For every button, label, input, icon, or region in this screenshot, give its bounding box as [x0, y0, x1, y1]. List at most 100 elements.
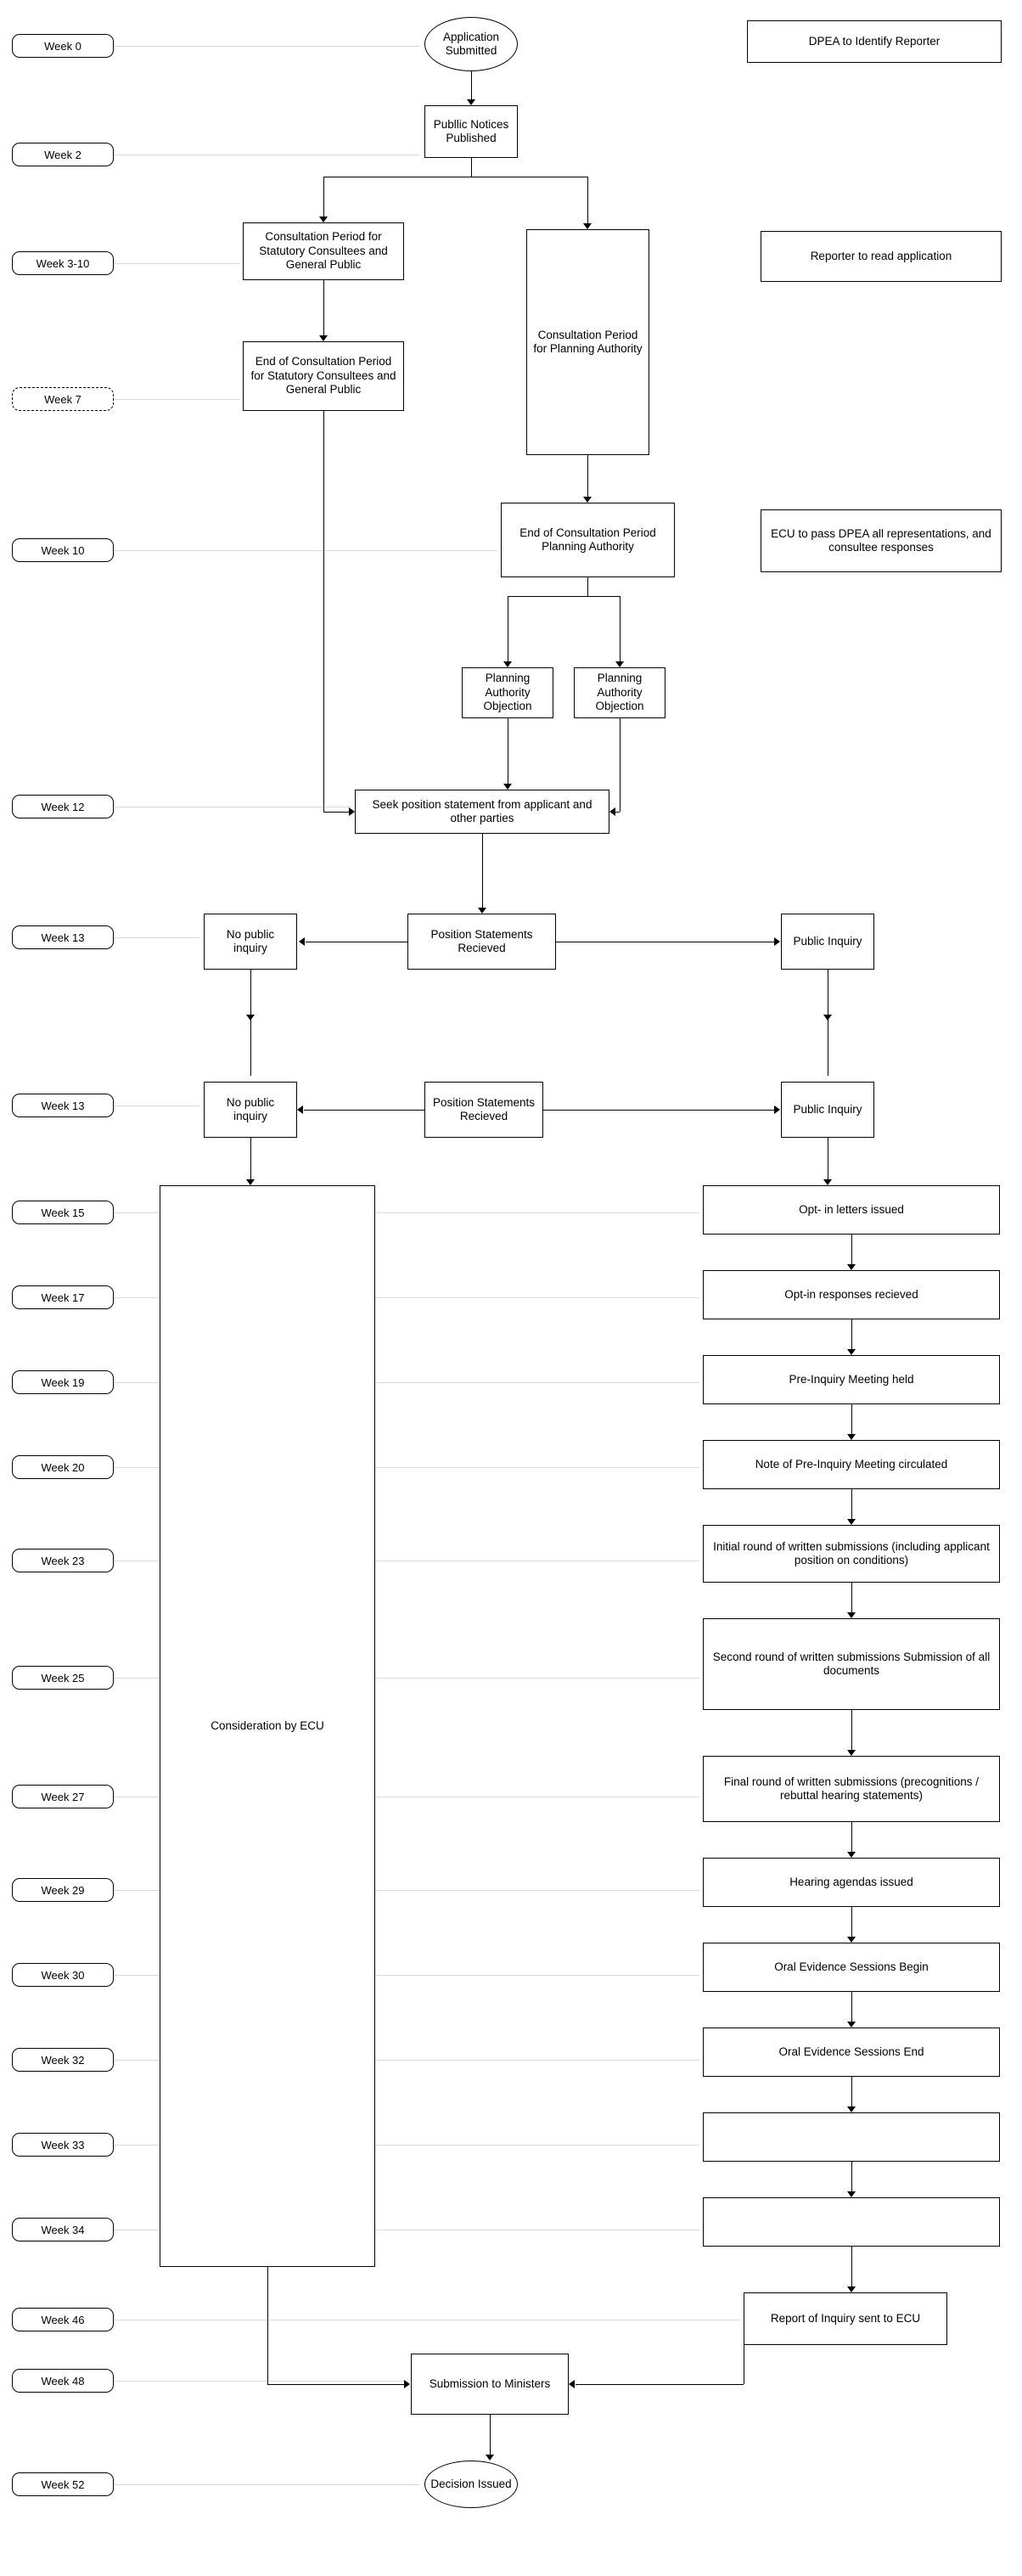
week-flag-label: Week 17: [41, 1291, 85, 1304]
week-flag-label: Week 12: [41, 800, 85, 813]
flowchart-canvas: Week 0 Week 2 Week 3-10 Week 7 Week 10 W…: [0, 0, 1022, 2576]
node-label: Final round of written submissions (prec…: [723, 1775, 980, 1802]
connector: [267, 2267, 268, 2384]
arrow-icon: [774, 937, 780, 946]
connector: [267, 2384, 404, 2385]
node-consultation-statutory: Consultation Period for Statutory Consul…: [243, 222, 404, 280]
node-label: Initial round of written submissions (in…: [713, 1539, 990, 1566]
arrow-icon: [847, 1519, 856, 1525]
week-flag-label: Week 7: [44, 392, 81, 406]
week-flag-label: Week 2: [44, 148, 81, 161]
week-flag-27: Week 27: [12, 1785, 114, 1808]
connector: [851, 1489, 852, 1519]
arrow-icon: [503, 661, 512, 667]
arrow-icon: [847, 1434, 856, 1440]
note-label: ECU to pass DPEA all representations, an…: [771, 526, 991, 554]
node-blank-2: [703, 2197, 1000, 2247]
leader-line: [114, 2381, 407, 2382]
arrow-icon: [349, 807, 355, 816]
node-label: Decision Issued: [430, 2477, 512, 2490]
node-opt-in-letters-issued: Opt- in letters issued: [703, 1185, 1000, 1235]
node-label: Report of Inquiry sent to ECU: [770, 2311, 921, 2325]
connector: [304, 1110, 424, 1111]
node-label: Note of Pre-Inquiry Meeting circulated: [755, 1457, 948, 1471]
week-flag-label: Week 10: [41, 543, 85, 557]
node-submission-to-ministers: Submission to Ministers: [411, 2354, 569, 2415]
node-label: Oral Evidence Sessions Begin: [774, 1960, 929, 1973]
arrow-icon: [774, 1105, 780, 1114]
week-flag-23: Week 23: [12, 1549, 114, 1572]
week-flag-19: Week 19: [12, 1370, 114, 1394]
node-label: No public inquiry: [226, 927, 275, 954]
node-opt-in-responses-recieved: Opt-in responses recieved: [703, 1270, 1000, 1319]
week-flag-13-a: Week 13: [12, 925, 114, 949]
arrow-icon: [583, 223, 592, 229]
note-reporter-read-application: Reporter to read application: [761, 231, 1002, 282]
connector: [851, 2162, 852, 2191]
week-flag-33: Week 33: [12, 2133, 114, 2157]
arrow-icon: [246, 1015, 255, 1021]
connector: [851, 1907, 852, 1937]
arrow-icon: [467, 99, 475, 105]
connector: [851, 1404, 852, 1434]
node-planning-authority-objection-1: Planning Authority Objection: [462, 667, 553, 718]
node-position-statements-received-1: Position Statements Recieved: [407, 914, 556, 970]
node-pre-inquiry-meeting-held: Pre-Inquiry Meeting held: [703, 1355, 1000, 1404]
week-flag-label: Week 3-10: [36, 256, 90, 270]
week-flag-2: Week 2: [12, 143, 114, 166]
week-flag-label: Week 27: [41, 1790, 85, 1803]
node-label: Planning Authority Objection: [483, 672, 532, 713]
connector: [851, 1583, 852, 1612]
arrow-icon: [569, 2380, 575, 2388]
week-flag-3-10: Week 3-10: [12, 251, 114, 275]
arrow-icon: [847, 1937, 856, 1943]
arrow-icon: [847, 1852, 856, 1858]
node-label: Opt- in letters issued: [799, 1202, 904, 1216]
arrow-icon: [847, 1264, 856, 1270]
week-flag-label: Week 19: [41, 1375, 85, 1389]
node-no-public-inquiry-1: No public inquiry: [204, 914, 297, 970]
node-blank-1: [703, 2112, 1000, 2162]
note-dpea-identify-reporter: DPEA to Identify Reporter: [747, 20, 1002, 63]
arrow-icon: [609, 807, 615, 816]
node-oral-evidence-sessions-begin: Oral Evidence Sessions Begin: [703, 1943, 1000, 1992]
node-label: Application Submitted: [442, 30, 500, 57]
connector: [323, 280, 324, 335]
week-flag-25: Week 25: [12, 1666, 114, 1690]
arrow-icon: [319, 335, 328, 341]
connector: [851, 2247, 852, 2286]
week-flag-7: Week 7: [12, 387, 114, 411]
week-flag-label: Week 13: [41, 1099, 85, 1112]
arrow-icon: [847, 2286, 856, 2292]
connector: [543, 1110, 774, 1111]
arrow-icon: [478, 908, 486, 914]
week-flag-label: Week 0: [44, 39, 81, 53]
node-label: Oral Evidence Sessions End: [778, 2044, 924, 2058]
node-no-public-inquiry-2: No public inquiry: [204, 1082, 297, 1138]
node-final-round-written-submissions: Final round of written submissions (prec…: [703, 1756, 1000, 1822]
connector: [851, 1710, 852, 1750]
week-flag-label: Week 33: [41, 2138, 85, 2151]
node-planning-authority-objection-2: Planning Authority Objection: [574, 667, 665, 718]
week-flag-29: Week 29: [12, 1878, 114, 1902]
week-flag-label: Week 23: [41, 1554, 85, 1567]
connector: [851, 1235, 852, 1264]
week-flag-13-b: Week 13: [12, 1094, 114, 1117]
week-flag-10: Week 10: [12, 538, 114, 562]
node-public-inquiry-2: Public Inquiry: [781, 1082, 874, 1138]
connector: [851, 2077, 852, 2106]
week-flag-label: Week 34: [41, 2223, 85, 2236]
arrow-icon: [847, 2106, 856, 2112]
node-label: Opt-in responses recieved: [784, 1287, 918, 1301]
node-consultation-planning-authority: Consultation Period for Planning Authori…: [526, 229, 649, 455]
node-report-of-inquiry-sent-to-ecu: Report of Inquiry sent to ECU: [744, 2292, 947, 2345]
node-label: End of Consultation Period Planning Auth…: [519, 526, 656, 553]
node-end-consultation-statutory: End of Consultation Period for Statutory…: [243, 341, 404, 411]
node-label: Second round of written submissions Subm…: [712, 1650, 991, 1677]
arrow-icon: [847, 1612, 856, 1618]
node-label: End of Consultation Period for Statutory…: [250, 355, 396, 397]
node-label: Pre-Inquiry Meeting held: [789, 1372, 914, 1386]
node-hearing-agendas-issued: Hearing agendas issued: [703, 1858, 1000, 1907]
connector: [250, 970, 251, 1076]
arrow-icon: [823, 1179, 832, 1185]
